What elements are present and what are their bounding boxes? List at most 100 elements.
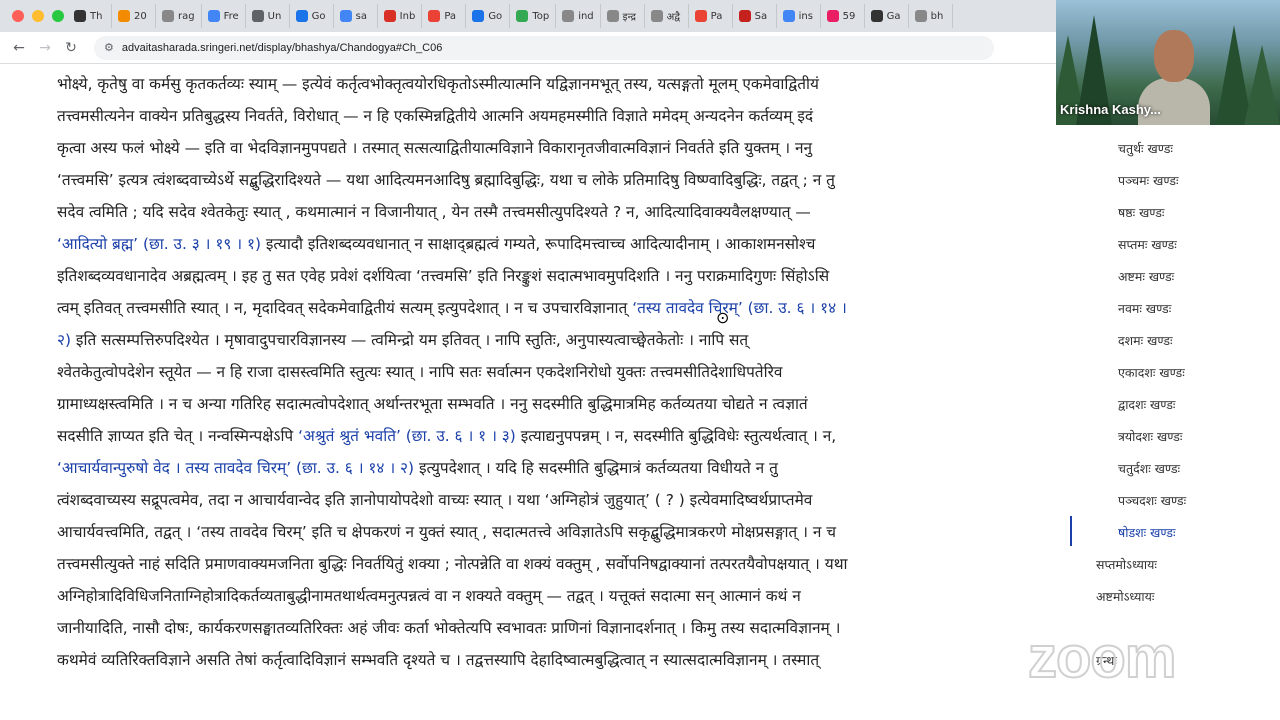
tab-favicon-icon — [562, 10, 575, 22]
text-segment: कथमेवं व्यतिरिक्तविज्ञाने असति तेषां कर्… — [57, 651, 820, 669]
text-line: ‘आदित्यो ब्रह्म’ (छा. उ. ३ । १९ । १) इत्… — [57, 228, 1037, 260]
khanda-link[interactable]: त्रयोदशः खण्डः — [1118, 428, 1182, 445]
tab-favicon-icon — [74, 10, 86, 22]
text-line: अग्निहोत्रादिविधिजनिताग्निहोत्रादिकर्तव्… — [57, 580, 1037, 612]
tab-label: ind — [578, 10, 594, 22]
tab-label: bh — [930, 10, 944, 22]
khanda-link[interactable]: चतुर्दशः खण्डः — [1118, 460, 1180, 477]
tab-favicon-icon — [738, 10, 751, 22]
browser-tab[interactable]: ins — [777, 4, 821, 28]
text-line: कृत्वा अस्य फलं भोक्ष्ये — इति वा भेदविज… — [57, 132, 1037, 164]
tab-favicon-icon — [606, 10, 619, 22]
text-segment: सदेव त्वमिति ; यदि सदेव श्वेतकेतुः स्यात… — [57, 203, 811, 221]
browser-tab[interactable]: Fre — [202, 4, 246, 28]
browser-tab[interactable]: Go — [290, 4, 334, 28]
text-segment: इत्यादौ इतिशब्दव्यवधानात् न साक्षाद्ब्रह… — [260, 235, 816, 253]
text-segment: आचार्यवत्त्वमिति, तद्वत् । ‘तस्य तावदेव … — [57, 523, 837, 541]
tab-favicon-icon — [826, 10, 839, 22]
khanda-link[interactable]: नवमः खण्डः — [1118, 300, 1171, 317]
text-line: ग्रामाध्यक्षस्त्वमिति । न च अन्या गतिरिह… — [57, 388, 1037, 420]
text-segment: ‘तत्त्वमसि’ इत्यत्र त्वंशब्दवाच्येऽर्थे … — [57, 171, 835, 189]
tab-favicon-icon — [295, 10, 308, 22]
text-line: श्वेतकेतुत्वोपदेशेन स्तूयेत — न हि राजा … — [57, 356, 1037, 388]
active-indicator — [1070, 516, 1072, 546]
tab-label: sa — [355, 10, 368, 22]
text-line: आचार्यवत्त्वमिति, तद्वत् । ‘तस्य तावदेव … — [57, 516, 1037, 548]
browser-tab[interactable]: Top — [510, 4, 557, 28]
text-line: कथमेवं व्यतिरिक्तविज्ञाने असति तेषां कर्… — [57, 644, 1037, 676]
text-cursor-icon: ⊙ — [716, 308, 730, 327]
khanda-link[interactable]: एकादशः खण्डः — [1118, 364, 1185, 381]
tab-label: Go — [311, 10, 326, 22]
address-bar[interactable]: ⚙ advaitasharada.sringeri.net/display/bh… — [94, 35, 994, 60]
khanda-link[interactable]: अष्टमः खण्डः — [1118, 268, 1174, 285]
participant-name: Krishna Kashy... — [1060, 102, 1161, 117]
close-window-button[interactable] — [12, 10, 24, 22]
tab-label: इन्द्र — [622, 12, 636, 23]
text-line: ‘तत्त्वमसि’ इत्यत्र त्वंशब्दवाच्येऽर्थे … — [57, 164, 1037, 196]
browser-tab[interactable]: Go — [466, 4, 511, 28]
khanda-link[interactable]: षष्ठः खण्डः — [1118, 204, 1164, 221]
text-line: जानीयादिति, नासौ दोषः, कार्यकरणसङ्घातव्य… — [57, 612, 1037, 644]
browser-tab[interactable]: Th — [68, 4, 112, 28]
adhyaya-link[interactable]: अष्टमोऽध्यायः — [1096, 588, 1154, 605]
text-segment: इत्याद्यनुपपन्नम् । न, सदस्मीति बुद्धिवि… — [515, 427, 837, 445]
tab-favicon-icon — [339, 10, 352, 22]
scripture-reference-link[interactable]: ‘अश्रुतं श्रुतं भवति’ (छा. उ. ६ । १ । ३) — [298, 427, 516, 445]
browser-tab[interactable]: 20 — [112, 4, 156, 28]
text-segment: त्वंशब्दवाच्यस्य सद्रूपत्वमेव, तदा न आचा… — [57, 491, 813, 509]
browser-tab[interactable]: bh — [909, 4, 953, 28]
tab-favicon-icon — [162, 10, 174, 22]
tab-label: ins — [798, 10, 813, 22]
adhyaya-link[interactable]: सप्तमोऽध्यायः — [1096, 556, 1157, 573]
browser-tab[interactable]: rag — [156, 4, 202, 28]
khanda-link[interactable]: पञ्चदशः खण्डः — [1118, 492, 1186, 509]
text-line: त्वम् इतिवत् तत्त्वमसीति स्यात् । न, मृद… — [57, 292, 1037, 324]
site-settings-icon[interactable]: ⚙ — [104, 41, 114, 54]
reload-icon[interactable]: ↻ — [58, 40, 84, 56]
tab-favicon-icon — [118, 10, 130, 22]
text-segment: इतिशब्दव्यवधानादेव अब्रह्मत्वम् । इह तु … — [57, 267, 830, 285]
tab-label: Inb — [399, 10, 416, 22]
text-segment: ग्रामाध्यक्षस्त्वमिति । न च अन्या गतिरिह… — [57, 395, 808, 413]
browser-tab[interactable]: Ga — [865, 4, 909, 28]
browser-tab[interactable]: Sa — [733, 4, 777, 28]
scripture-reference-link[interactable]: ‘आदित्यो ब्रह्म’ (छा. उ. ३ । १९ । १) — [57, 235, 261, 253]
browser-tab[interactable]: Un — [246, 4, 290, 28]
forward-arrow-icon[interactable]: → — [32, 40, 58, 56]
tab-favicon-icon — [472, 10, 485, 22]
browser-tab[interactable]: Pa — [422, 4, 467, 28]
browser-tab[interactable]: Inb — [378, 4, 423, 28]
tab-label: अद्वै — [666, 12, 681, 23]
window-controls — [0, 10, 68, 22]
tab-label: Th — [90, 10, 103, 22]
tab-label: rag — [178, 10, 195, 22]
tab-favicon-icon — [428, 10, 441, 22]
khanda-link[interactable]: षोडशः खण्डः — [1118, 524, 1176, 541]
khanda-link[interactable]: द्वादशः खण्डः — [1118, 396, 1175, 413]
browser-tab[interactable]: sa — [334, 4, 378, 28]
text-segment: तत्त्वमसीत्यनेन वाक्येन प्रतिबुद्धस्य नि… — [57, 107, 814, 125]
text-segment: सदसीति ज्ञाप्यत इति चेत् । नन्वस्मिन्पक्… — [57, 427, 299, 445]
browser-tab[interactable]: ind — [556, 4, 601, 28]
browser-tab[interactable]: इन्द्र — [601, 4, 645, 28]
text-segment: जानीयादिति, नासौ दोषः, कार्यकरणसङ्घातव्य… — [57, 619, 841, 637]
back-arrow-icon[interactable]: ← — [6, 40, 32, 56]
text-segment: इति सत्सम्पत्तिरुपदिश्येत । मृषावादुपचार… — [71, 331, 749, 349]
khanda-link[interactable]: पञ्चमः खण्डः — [1118, 172, 1178, 189]
khanda-link[interactable]: चतुर्थः खण्डः — [1118, 140, 1173, 157]
maximize-window-button[interactable] — [52, 10, 64, 22]
scripture-reference-link[interactable]: ‘तस्य तावदेव चिरम्’ (छा. उ. ६ । १४ । — [632, 299, 847, 317]
minimize-window-button[interactable] — [32, 10, 44, 22]
tab-favicon-icon — [694, 10, 707, 22]
browser-tab[interactable]: 59 — [821, 4, 865, 28]
scripture-reference-link[interactable]: ‘आचार्यवान्पुरुषो वेद । तस्य तावदेव चिरम… — [57, 459, 414, 477]
video-participant-tile[interactable]: Krishna Kashy... — [1056, 0, 1280, 125]
tab-label: 20 — [134, 10, 147, 22]
khanda-link[interactable]: दशमः खण्डः — [1118, 332, 1173, 349]
scripture-reference-link[interactable]: २) — [57, 331, 71, 349]
browser-tab[interactable]: Pa — [689, 4, 733, 28]
tab-label: Fre — [223, 10, 239, 22]
browser-tab[interactable]: अद्वै — [645, 4, 689, 28]
khanda-link[interactable]: सप्तमः खण्डः — [1118, 236, 1177, 253]
